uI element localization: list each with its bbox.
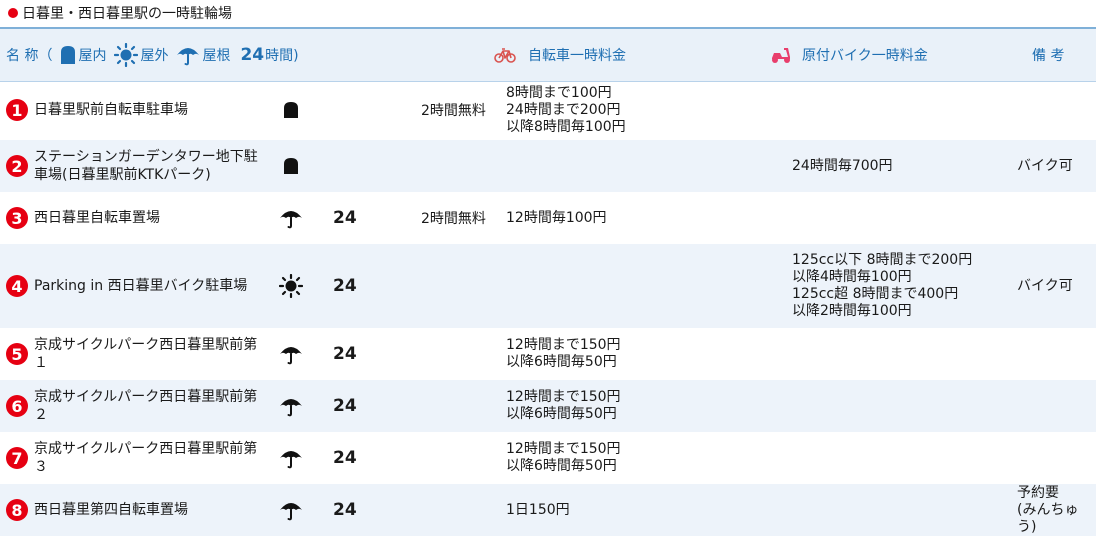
outdoor-icon	[279, 244, 303, 328]
roof-icon	[279, 380, 303, 432]
row-number-badge: 8	[6, 499, 28, 521]
legend-roof-label: 屋根	[202, 48, 231, 64]
roof-icon	[279, 192, 303, 244]
hours-24-label: 24	[333, 344, 357, 364]
bicycle-icon	[494, 47, 516, 63]
indoor-icon	[283, 140, 299, 192]
header-name-label: 名 称（	[6, 48, 53, 64]
legend-outdoor-label: 屋外	[140, 48, 169, 64]
page-title-bar: 日暮里・西日暮里駅の一時駐輪場	[0, 0, 1100, 26]
note: バイク可	[1017, 277, 1073, 294]
moped-fee-label: 原付バイク一時料金	[802, 48, 928, 64]
row-number-badge: 6	[6, 395, 28, 417]
legend-indoor-label: 屋内	[78, 48, 107, 64]
row-number-badge: 5	[6, 343, 28, 365]
bicycle-fee: 1日150円	[506, 501, 570, 518]
header-notes: 備 考	[1032, 29, 1064, 81]
bullet-dot-icon	[8, 8, 18, 18]
bicycle-fee: 12時間毎100円	[506, 209, 607, 226]
table-row: 6 京成サイクルパーク西日暮里駅前第２ 24 12時間まで150円 以降6時間毎…	[0, 380, 1096, 432]
legend-24-label: 24	[240, 45, 265, 65]
table-row: 8 西日暮里第四自転車置場 24 1日150円 予約要 (みんちゅう)	[0, 484, 1096, 536]
note: 予約要 (みんちゅう)	[1017, 484, 1079, 535]
outdoor-icon	[114, 43, 139, 67]
row-number-badge: 2	[6, 155, 28, 177]
header-name-legend: 名 称（ 屋内 屋外 屋根 24 時間)	[6, 29, 299, 81]
table-header: 名 称（ 屋内 屋外 屋根 24 時間) 自転車一時料金 原付バイク一時料金 備…	[0, 27, 1096, 82]
facility-name: 京成サイクルパーク西日暮里駅前第１	[34, 337, 258, 371]
row-number-badge: 7	[6, 447, 28, 469]
free-period: 2時間無料	[421, 103, 486, 119]
row-number-badge: 4	[6, 275, 28, 297]
free-period: 2時間無料	[421, 211, 486, 227]
bicycle-fee: 12時間まで150円 以降6時間毎50円	[506, 441, 621, 474]
facility-name: ステーションガーデンタワー地下駐車場(日暮里駅前KTKパーク)	[34, 149, 258, 183]
table-row: 5 京成サイクルパーク西日暮里駅前第１ 24 12時間まで150円 以降6時間毎…	[0, 328, 1096, 380]
facility-name: 日暮里駅前自転車駐車場	[34, 102, 188, 118]
page-title: 日暮里・西日暮里駅の一時駐輪場	[22, 6, 232, 22]
roof-icon	[279, 484, 303, 536]
indoor-icon	[283, 80, 299, 140]
header-moped-fee: 原付バイク一時料金	[770, 29, 928, 81]
facility-name: Parking in 西日暮里バイク駐車場	[34, 278, 248, 294]
table-row: 4 Parking in 西日暮里バイク駐車場 24 125cc以下 8時間まで…	[0, 244, 1096, 328]
bicycle-fee: 12時間まで150円 以降6時間毎50円	[506, 389, 621, 422]
note: バイク可	[1017, 157, 1073, 174]
facility-name: 京成サイクルパーク西日暮里駅前第３	[34, 441, 258, 475]
hours-24-label: 24	[333, 396, 357, 416]
hours-24-label: 24	[333, 448, 357, 468]
moped-fee: 24時間毎700円	[792, 157, 893, 174]
table-row: 1 日暮里駅前自転車駐車場 2時間無料 8時間まで100円 24時間まで200円…	[0, 80, 1096, 140]
header-bicycle-fee: 自転車一時料金	[494, 29, 626, 81]
bicycle-fee: 8時間まで100円 24時間まで200円 以降8時間毎100円	[506, 84, 626, 135]
indoor-icon	[60, 45, 76, 65]
facility-name: 西日暮里自転車置場	[34, 210, 160, 226]
roof-icon	[279, 328, 303, 380]
facility-name: 西日暮里第四自転車置場	[34, 502, 188, 518]
bicycle-fee: 12時間まで150円 以降6時間毎50円	[506, 337, 621, 370]
roof-icon	[176, 44, 200, 66]
moped-icon	[770, 46, 792, 64]
bicycle-fee-label: 自転車一時料金	[528, 48, 626, 64]
table-row: 3 西日暮里自転車置場 24 2時間無料 12時間毎100円	[0, 192, 1096, 244]
notes-label: 備 考	[1032, 48, 1065, 64]
table-row: 2 ステーションガーデンタワー地下駐車場(日暮里駅前KTKパーク) 24時間毎7…	[0, 140, 1096, 192]
hours-24-label: 24	[333, 500, 357, 520]
legend-24-suffix: 時間)	[265, 48, 299, 64]
row-number-badge: 1	[6, 99, 28, 121]
roof-icon	[279, 432, 303, 484]
row-number-badge: 3	[6, 207, 28, 229]
table-row: 7 京成サイクルパーク西日暮里駅前第３ 24 12時間まで150円 以降6時間毎…	[0, 432, 1096, 484]
hours-24-label: 24	[333, 208, 357, 228]
facility-name: 京成サイクルパーク西日暮里駅前第２	[34, 389, 258, 423]
hours-24-label: 24	[333, 276, 357, 296]
moped-fee: 125cc以下 8時間まで200円 以降4時間毎100円 125cc超 8時間ま…	[792, 252, 973, 319]
